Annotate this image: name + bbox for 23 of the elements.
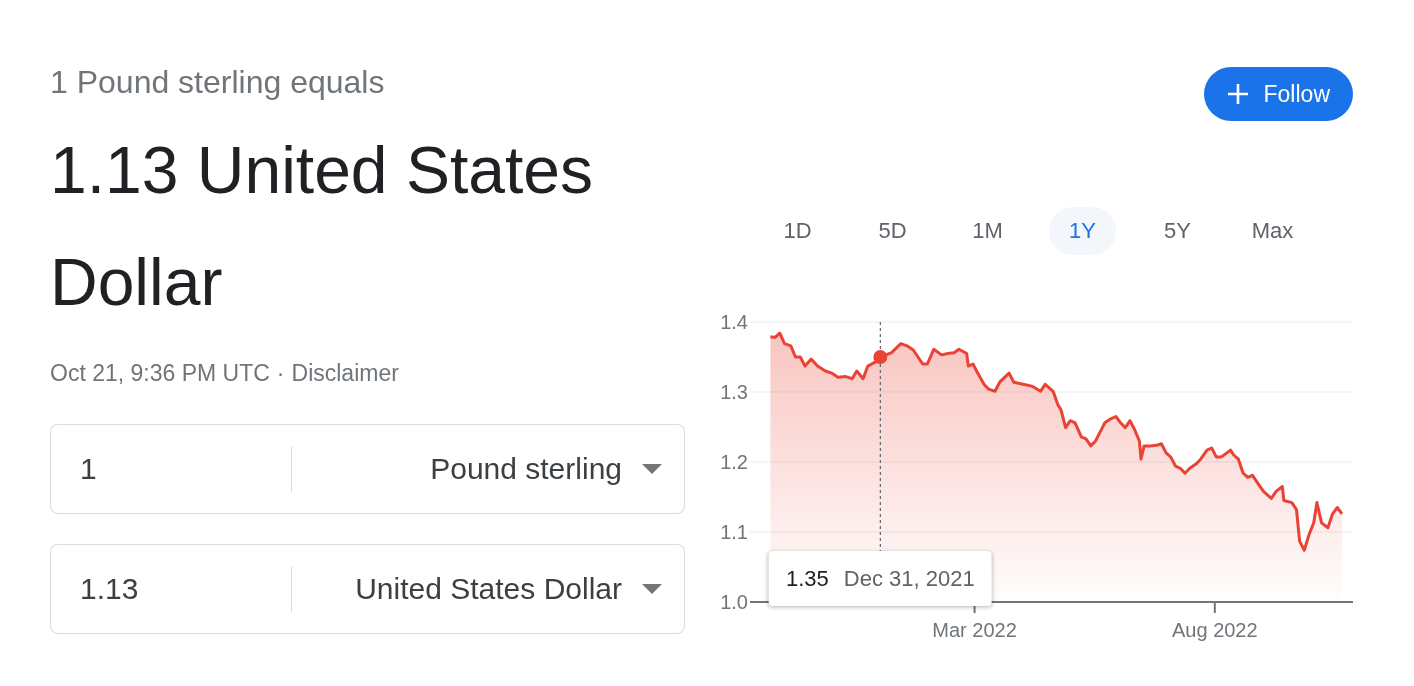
x-axis-label: Mar 2022 xyxy=(932,619,1017,641)
update-time: Oct 21, 9:36 PM UTC xyxy=(50,360,270,386)
tooltip-value: 1.35 xyxy=(786,565,829,592)
range-tab[interactable]: 5Y xyxy=(1144,207,1211,255)
range-tab[interactable]: 5D xyxy=(859,207,926,255)
y-axis-label: 1.2 xyxy=(720,451,748,473)
conversion-result: 1.13 United States Dollar xyxy=(50,132,595,321)
point-marker-icon xyxy=(873,350,888,364)
range-tab[interactable]: 1D xyxy=(764,207,831,255)
conversion-subtitle: 1 Pound sterling equals xyxy=(50,64,385,101)
range-tab[interactable]: 1Y xyxy=(1049,207,1116,255)
y-axis-label: 1.0 xyxy=(720,591,748,613)
plus-icon xyxy=(1226,83,1249,105)
follow-button[interactable]: Follow xyxy=(1203,67,1353,121)
y-axis-label: 1.1 xyxy=(720,521,748,543)
range-tab[interactable]: Max xyxy=(1239,207,1306,255)
y-axis-label: 1.3 xyxy=(720,381,748,403)
range-tab[interactable]: 1M xyxy=(954,207,1021,255)
separator: · xyxy=(276,360,285,386)
disclaimer-link[interactable]: Disclaimer xyxy=(291,360,399,386)
x-axis-label: Aug 2022 xyxy=(1172,619,1258,641)
y-axis-label: 1.4 xyxy=(720,311,748,333)
tooltip-date: Dec 31, 2021 xyxy=(843,565,975,592)
